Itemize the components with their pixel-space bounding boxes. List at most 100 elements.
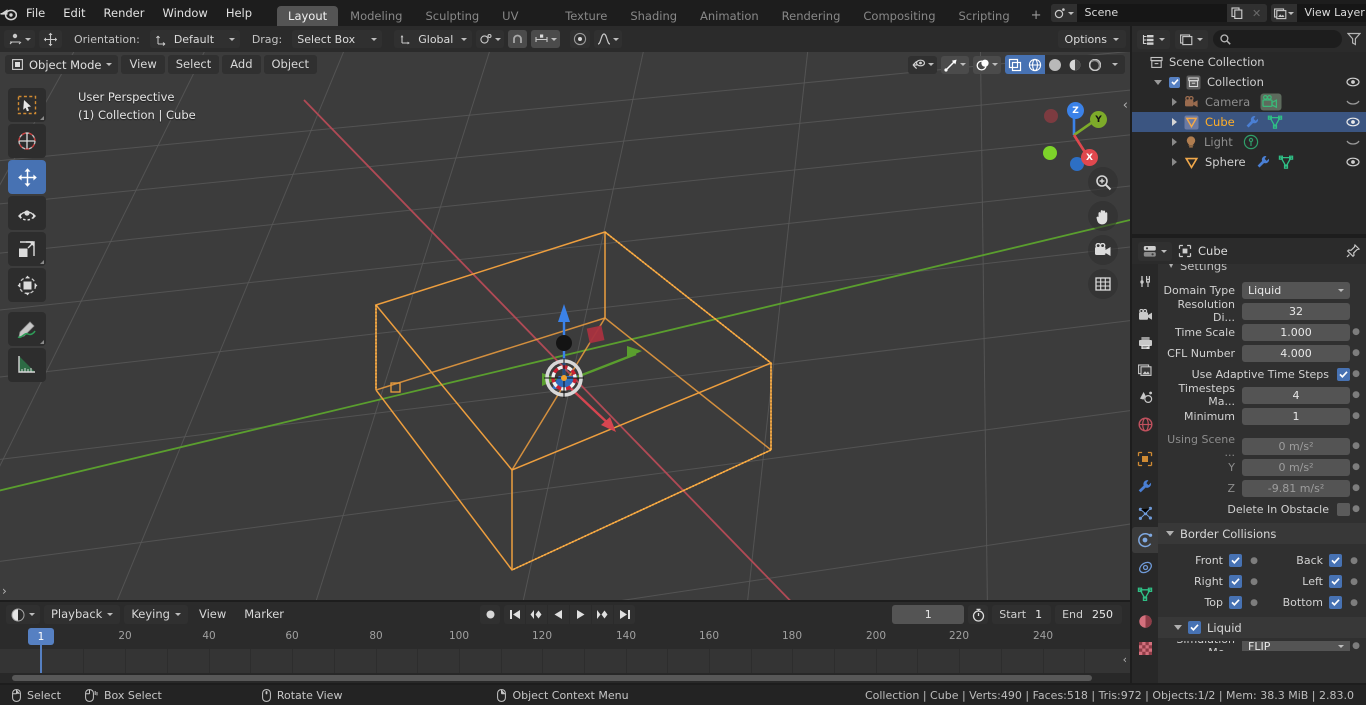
disclosure-triangle-icon[interactable] <box>1172 158 1177 166</box>
show-gizmo-icon[interactable] <box>941 55 969 74</box>
collection-checkbox[interactable] <box>1169 76 1180 88</box>
field-cfl-number[interactable]: CFL Number 4.000 ● <box>1158 343 1366 363</box>
jump-to-start-button[interactable] <box>504 605 525 624</box>
visibility-eye-icon[interactable] <box>1346 76 1360 88</box>
move-tool[interactable] <box>8 160 46 194</box>
transform-move-icon[interactable] <box>39 30 62 48</box>
outliner-display-mode-icon[interactable] <box>1137 29 1170 49</box>
properties-panel-body[interactable]: ▼ Settings Domain Type Liquid Resolution… <box>1158 264 1366 683</box>
timeline-editor-type-icon[interactable] <box>6 605 40 624</box>
jump-to-prev-keyframe-button[interactable] <box>526 605 547 624</box>
outliner-editor[interactable]: Scene Collection Collection Camera Cube … <box>1132 26 1366 234</box>
menu-file[interactable]: File <box>17 0 54 26</box>
scale-tool[interactable] <box>8 232 46 266</box>
animate-property-dot[interactable]: ● <box>1350 483 1362 493</box>
orientation-dropdown[interactable]: Default <box>149 30 240 48</box>
field-delete-in-obstacle[interactable]: Delete In Obstacle ● <box>1158 499 1366 519</box>
properties-editor-type-icon[interactable] <box>1138 241 1172 261</box>
animate-property-dot[interactable]: ● <box>1350 504 1362 514</box>
object-tab[interactable] <box>1132 446 1158 472</box>
visibility-eye-icon[interactable] <box>1346 116 1360 128</box>
outliner-row-collection[interactable]: Collection <box>1132 72 1366 92</box>
border-checkbox[interactable] <box>1229 554 1242 567</box>
field-value[interactable]: Liquid <box>1242 281 1350 299</box>
animate-property-dot[interactable]: ● <box>1248 598 1260 608</box>
view-layer-tab[interactable] <box>1132 357 1158 383</box>
viewport-menu-object[interactable]: Object <box>263 55 317 74</box>
texture-tab[interactable] <box>1132 635 1158 661</box>
animate-property-dot[interactable]: ● <box>1350 327 1362 337</box>
current-frame-field[interactable]: 1 <box>892 605 965 624</box>
view-layer-selector[interactable]: View Layer ✕ <box>1270 4 1366 22</box>
border-checkbox[interactable] <box>1329 554 1342 567</box>
object-mode-dropdown[interactable]: Object Mode <box>5 55 119 74</box>
object-visibility-icon[interactable] <box>908 55 937 74</box>
tab-rendering[interactable]: Rendering <box>771 6 852 26</box>
tab-layout[interactable]: Layout <box>277 6 339 26</box>
drag-dropdown[interactable]: Select Box <box>292 30 383 48</box>
filter-funnel-icon[interactable] <box>1347 32 1361 46</box>
field-value[interactable]: 4 <box>1242 386 1350 404</box>
render-tab[interactable] <box>1132 303 1158 329</box>
tab-modeling[interactable]: Modeling <box>339 6 413 26</box>
scene-selector[interactable]: Scene ✕ <box>1050 4 1267 22</box>
viewport-menu-select[interactable]: Select <box>167 55 220 74</box>
constraints-tab[interactable] <box>1132 554 1158 580</box>
wireframe-shading-button[interactable] <box>1025 55 1045 74</box>
tab-scripting[interactable]: Scripting <box>948 6 1021 26</box>
frame-start-field[interactable]: Start 1 <box>992 605 1052 624</box>
animate-property-dot[interactable]: ● <box>1350 462 1362 472</box>
outliner-row-light[interactable]: Light <box>1132 132 1366 152</box>
tab-texture-paint[interactable]: Texture Paint <box>554 6 618 43</box>
data-tab[interactable] <box>1132 581 1158 607</box>
visibility-eye-icon[interactable] <box>1346 156 1360 168</box>
properties-editor[interactable]: Cube ▼ Settings Domain Type Liquid Resol… <box>1132 238 1366 683</box>
field-gravity-y[interactable]: Y 0 m/s² ● <box>1158 457 1366 477</box>
animate-property-dot[interactable]: ● <box>1348 577 1360 587</box>
output-tab[interactable] <box>1132 330 1158 356</box>
outliner-id-type-icon[interactable] <box>1175 29 1208 49</box>
transform-orientation-dropdown[interactable]: Global <box>394 30 473 48</box>
outliner-row-sphere[interactable]: Sphere <box>1132 152 1366 172</box>
field-value[interactable]: FLIP <box>1242 641 1350 651</box>
field-timesteps-maximum[interactable]: Timesteps Ma... 4 ● <box>1158 382 1366 408</box>
playhead-handle[interactable]: 1 <box>28 628 54 645</box>
toggle-xray-icon[interactable] <box>1005 55 1025 74</box>
field-simulation-method[interactable]: Simulation Me... FLIP ● <box>1158 641 1366 651</box>
border-checkbox[interactable] <box>1329 596 1342 609</box>
annotate-tool[interactable] <box>8 312 46 346</box>
field-timesteps-minimum[interactable]: Minimum 1 ● <box>1158 406 1366 426</box>
move-gizmo[interactable] <box>470 287 730 487</box>
animate-property-dot[interactable]: ● <box>1350 390 1362 400</box>
border-right[interactable]: Right ● <box>1162 575 1262 588</box>
sidebar-expand-icon[interactable]: ‹ <box>1123 98 1128 113</box>
pin-icon[interactable] <box>1346 244 1360 258</box>
outliner-row-scene-collection[interactable]: Scene Collection <box>1132 52 1366 72</box>
frame-end-field[interactable]: End 250 <box>1055 605 1122 624</box>
material-tab[interactable] <box>1132 608 1158 634</box>
timeline-ruler[interactable]: 20 40 60 80 100 120 140 160 180 200 220 … <box>0 627 1130 649</box>
light-object-icon[interactable] <box>1243 134 1259 150</box>
animate-property-dot[interactable]: ● <box>1348 598 1360 608</box>
toggle-ortho-icon[interactable] <box>1088 269 1118 299</box>
animate-property-dot[interactable]: ● <box>1248 556 1260 566</box>
show-overlays-icon[interactable] <box>973 55 1001 74</box>
world-tab[interactable] <box>1132 411 1158 437</box>
gizmo-axis-z[interactable]: Z <box>1067 102 1084 119</box>
tab-sculpting[interactable]: Sculpting <box>414 6 490 26</box>
settings-section-header[interactable]: ▼ Settings <box>1158 264 1366 274</box>
unlink-scene-icon[interactable]: ✕ <box>1246 4 1267 22</box>
liquid-enable-checkbox[interactable] <box>1188 621 1201 634</box>
menu-render[interactable]: Render <box>95 0 154 26</box>
rendered-shading-button[interactable] <box>1085 55 1105 74</box>
border-bottom[interactable]: Bottom ● <box>1262 596 1362 609</box>
pivot-point-icon[interactable] <box>476 30 505 48</box>
blender-logo-icon[interactable] <box>0 0 17 26</box>
rotate-tool[interactable] <box>8 196 46 230</box>
modifier-wrench-icon[interactable] <box>1256 155 1271 169</box>
field-value[interactable]: 1.000 <box>1242 323 1350 341</box>
add-workspace-button[interactable]: + <box>1022 6 1051 26</box>
measure-tool[interactable] <box>8 348 46 382</box>
search-input[interactable] <box>1213 30 1342 48</box>
outliner-row-camera[interactable]: Camera <box>1132 92 1366 112</box>
